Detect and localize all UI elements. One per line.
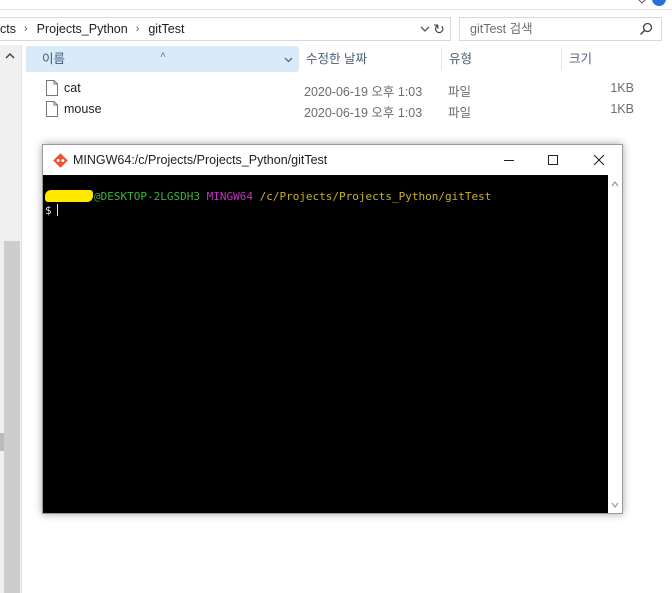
- column-header-modified[interactable]: 수정한 날짜: [298, 46, 441, 72]
- git-logo-icon: [53, 153, 68, 168]
- scroll-up-arrow-icon[interactable]: [611, 180, 619, 188]
- column-header-size-label: 크기: [569, 52, 593, 66]
- scroll-up-arrow-icon[interactable]: [4, 51, 16, 61]
- file-type: 파일: [448, 106, 472, 120]
- sort-ascending-icon: ˄: [160, 50, 166, 61]
- column-filter-dropdown-icon[interactable]: [284, 55, 293, 64]
- file-name: cat: [64, 81, 81, 95]
- scrollbar-thumb[interactable]: [4, 241, 20, 593]
- file-type: 파일: [448, 85, 472, 99]
- breadcrumb-projects[interactable]: cts: [0, 22, 16, 36]
- breadcrumb-separator-icon[interactable]: ›: [136, 23, 140, 35]
- file-list-header: 이름 ˄ 수정한 날짜 유형 크기: [26, 46, 662, 72]
- file-icon: [46, 101, 58, 117]
- close-button[interactable]: [576, 145, 622, 175]
- terminal-scrollbar[interactable]: [608, 175, 622, 513]
- breadcrumb-projects-python[interactable]: Projects_Python: [37, 22, 128, 36]
- column-header-name-label: 이름: [42, 52, 66, 66]
- column-header-type-label: 유형: [449, 52, 473, 66]
- close-icon: [593, 154, 605, 166]
- ribbon-expand-chevron-icon[interactable]: [636, 0, 648, 4]
- prompt-host: @DESKTOP-2LGSDH3: [94, 190, 200, 203]
- file-modified: 2020-06-19 오후 1:03: [304, 85, 423, 99]
- address-bar[interactable]: cts › Projects_Python › gitTest ↻: [0, 17, 451, 41]
- prompt-path: /c/Projects/Projects_Python/gitTest: [259, 190, 492, 203]
- search-icon[interactable]: [639, 22, 653, 36]
- scroll-down-arrow-icon[interactable]: [611, 501, 619, 509]
- refresh-icon[interactable]: ↻: [431, 21, 447, 37]
- breadcrumb-gittest[interactable]: gitTest: [148, 22, 184, 36]
- redacted-username: [45, 190, 93, 202]
- file-row-mouse[interactable]: mouse 2020-06-19 오후 1:03 파일 1KB: [26, 99, 662, 120]
- terminal-output[interactable]: @DESKTOP-2LGSDH3 MINGW64 /c/Projects/Pro…: [43, 175, 608, 513]
- column-header-type[interactable]: 유형: [441, 46, 561, 72]
- minimize-icon: [504, 160, 514, 161]
- address-history-dropdown-icon[interactable]: [420, 23, 430, 35]
- column-header-name[interactable]: 이름 ˄: [26, 46, 298, 72]
- search-input[interactable]: [460, 18, 630, 40]
- maximize-icon: [548, 155, 558, 165]
- navigation-pane-scrollbar[interactable]: [0, 45, 22, 593]
- column-header-modified-label: 수정한 날짜: [306, 52, 367, 66]
- window-title-bar[interactable]: MINGW64:/c/Projects/Projects_Python/gitT…: [43, 145, 622, 175]
- file-name: mouse: [64, 102, 102, 116]
- git-bash-window[interactable]: MINGW64:/c/Projects/Projects_Python/gitT…: [42, 144, 623, 514]
- text-cursor: [56, 204, 58, 216]
- minimize-button[interactable]: [486, 145, 532, 175]
- file-modified: 2020-06-19 오후 1:03: [304, 106, 423, 120]
- search-box[interactable]: [459, 17, 662, 41]
- help-icon[interactable]: [652, 0, 666, 6]
- file-icon: [46, 80, 58, 96]
- column-header-size[interactable]: 크기: [561, 46, 662, 72]
- file-size: 1KB: [610, 102, 634, 116]
- breadcrumb-separator-icon[interactable]: ›: [24, 23, 28, 35]
- prompt-symbol: $: [45, 204, 52, 217]
- file-size: 1KB: [610, 81, 634, 95]
- prompt-line: @DESKTOP-2LGSDH3 MINGW64 /c/Projects/Pro…: [45, 190, 491, 204]
- window-title: MINGW64:/c/Projects/Projects_Python/gitT…: [73, 153, 328, 167]
- maximize-button[interactable]: [530, 145, 576, 175]
- prompt-system: MINGW64: [206, 190, 253, 203]
- pane-resize-marker: [0, 433, 4, 451]
- file-row-cat[interactable]: cat 2020-06-19 오후 1:03 파일 1KB: [26, 78, 662, 99]
- command-line[interactable]: $: [45, 204, 58, 218]
- explorer-ribbon-edge: [0, 0, 672, 10]
